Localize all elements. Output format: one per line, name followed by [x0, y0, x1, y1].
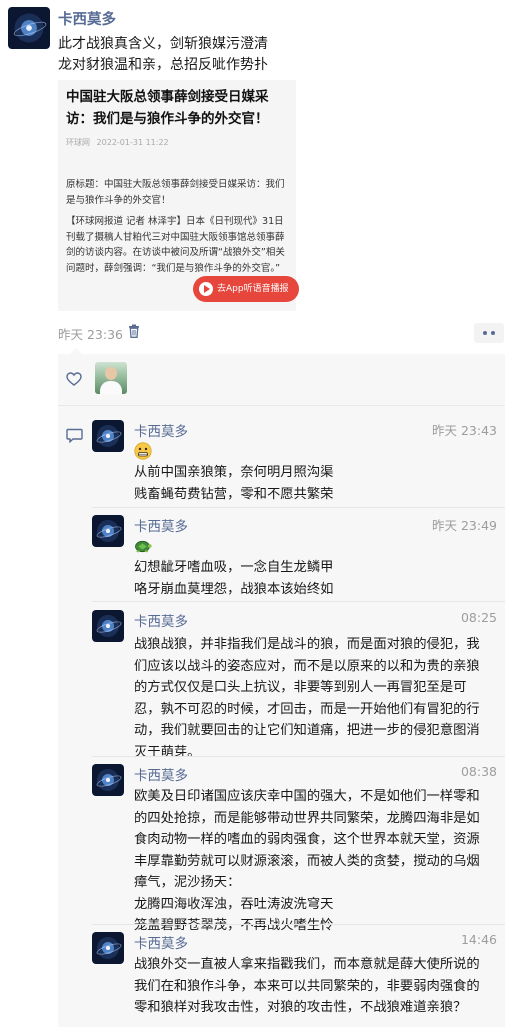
- comment-text: 战狼战狼，并非指我们是战斗的狼，而是面对狼的侵犯，我 们应该以战斗的姿态应对，而…: [134, 634, 500, 763]
- comment-time: 08:38: [460, 764, 497, 779]
- comment-line: 瘴气，泥沙扬天：: [134, 875, 241, 890]
- comment-time: 08:25: [460, 610, 497, 625]
- comment-line: 战狼外交一直被人拿来指戳我们，而本意就是薛大使所说的: [134, 957, 480, 972]
- comment-line: 丰厚靠勤劳就可以财源滚滚，而被人类的贪婪，搅动的乌烟: [134, 853, 480, 869]
- listen-in-app-button[interactable]: 去App听语音播报: [193, 276, 299, 302]
- comment-text: 战狼外交一直被人拿来指戳我们，而本意就是薛大使所说的 我们在和狼作斗争，本来可以…: [134, 954, 500, 1019]
- comment-author[interactable]: 卡西莫多: [134, 932, 188, 952]
- comment-divider: [92, 507, 505, 508]
- grimace-emoji: [134, 442, 152, 460]
- listen-in-app-label: 去App听语音播报: [217, 284, 289, 294]
- comment-line: 的四处抢掠，而是能够带动世界共同繁荣，龙腾四海非是如: [134, 810, 480, 826]
- play-icon: [199, 282, 213, 296]
- card-source: 环球网: [66, 138, 90, 147]
- card-paragraph: 原标题：中国驻大阪总领事薛剑接受日媒采访：我们是与狼作斗争的外交官！: [66, 179, 285, 206]
- comment-line: 咯牙崩血莫埋怨，战狼本该始终如: [134, 581, 334, 597]
- comment-time: 14:46: [460, 932, 497, 947]
- comment-line: 贱畜蝇苟费钻营，零和不愿共繁荣: [134, 486, 334, 502]
- post-text-line: 龙对豺狼温和亲，总招反呲作势扑: [58, 57, 268, 73]
- card-meta: 环球网 2022-01-31 11:22: [66, 137, 173, 148]
- comment-divider: [92, 924, 505, 925]
- comment-line: 战狼战狼，并非指我们是战斗的狼，而是面对狼的侵犯，我: [134, 637, 480, 652]
- comment-author[interactable]: 卡西莫多: [134, 764, 188, 784]
- comment-line: 幻想龇牙嗜血吸，一念自生龙鳞甲: [134, 560, 334, 575]
- comment-item[interactable]: 卡西莫多 昨天 23:43 从前中国亲狼策，奈何明月照沟渠 贱畜蝇苟费钻营，零和…: [92, 420, 505, 506]
- comment-item[interactable]: 卡西莫多 昨天 23:49 幻想龇牙嗜血吸，一念自生龙鳞甲 咯牙崩血莫埋怨，战狼…: [92, 515, 505, 601]
- author-avatar[interactable]: [8, 7, 50, 49]
- comment-line: 食肉动物一样的嗜血的弱肉强食，这个世界本就天堂，资源: [134, 832, 480, 847]
- comment-item[interactable]: 卡西莫多 14:46 战狼外交一直被人拿来指戳我们，而本意就是薛大使所说的 我们…: [92, 932, 505, 1024]
- comment-line: 动，我们就要回击的让它们知道痛，把进一步的侵犯意图消: [134, 723, 480, 738]
- post-time: 昨天 23:36: [58, 327, 123, 342]
- comment-line: 忍，孰不可忍的时候，才回击，而是一开始他们有冒犯的行: [134, 701, 480, 717]
- comment-author[interactable]: 卡西莫多: [134, 420, 188, 440]
- card-body: 原标题：中国驻大阪总领事薛剑接受日媒采访：我们是与狼作斗争的外交官！ 【环球网报…: [66, 177, 290, 282]
- card-paragraph: 【环球网报道 记者 林泽宇】日本《日刊现代》31日刊载了摄稿人甘粕代三对中国驻大…: [66, 216, 285, 274]
- trash-icon[interactable]: [128, 324, 140, 338]
- post-text-line: 此才战狼真含义，剑斩狼媒污澄清: [58, 36, 268, 52]
- comment-line: 龙腾四海收浑浊，吞吐涛波洗穹天: [134, 896, 334, 912]
- comment-text: 从前中国亲狼策，奈何明月照沟渠 贱畜蝇苟费钻营，零和不愿共繁荣: [134, 462, 500, 505]
- comment-panel: 卡西莫多 昨天 23:43 从前中国亲狼策，奈何明月照沟渠 贱畜蝇苟费钻营，零和…: [58, 348, 505, 1027]
- comment-time: 昨天 23:49: [432, 518, 497, 533]
- comment-item[interactable]: 卡西莫多 08:25 战狼战狼，并非指我们是战斗的狼，而是面对狼的侵犯，我 们应…: [92, 610, 505, 760]
- comment-author[interactable]: 卡西莫多: [134, 515, 188, 535]
- post-text: 此才战狼真含义，剑斩狼媒污澄清 龙对豺狼温和亲，总招反呲作势扑: [58, 34, 488, 76]
- heart-outline-icon: [66, 372, 82, 386]
- comment-avatar[interactable]: [92, 932, 124, 964]
- comment-avatar[interactable]: [92, 610, 124, 642]
- comment-avatar[interactable]: [92, 764, 124, 796]
- card-title: 中国驻大阪总领事薛剑接受日媒采访：我们是与狼作斗争的外交官！: [66, 89, 269, 127]
- comment-divider: [92, 601, 505, 602]
- liker-avatar[interactable]: [95, 362, 127, 394]
- comment-text: 欧美及日印诸国应该庆幸中国的强大，不是如他们一样零和 的四处抢掠，而是能够带动世…: [134, 786, 500, 937]
- comment-line: 我们在和狼作斗争，本来可以共同繁荣的，非要弱肉强食的: [134, 978, 480, 994]
- card-date: 2022-01-31 11:22: [96, 138, 169, 147]
- more-dots-icon[interactable]: [474, 323, 504, 343]
- comment-avatar[interactable]: [92, 515, 124, 547]
- comment-author[interactable]: 卡西莫多: [134, 610, 188, 630]
- comment-line: 零和狼样对我攻击性，对狼的攻击性，不战狼难道亲狼？: [134, 1000, 467, 1015]
- comment-line: 从前中国亲狼策，奈何明月照沟渠: [134, 465, 334, 480]
- comment-text: 幻想龇牙嗜血吸，一念自生龙鳞甲 咯牙崩血莫埋怨，战狼本该始终如: [134, 557, 500, 600]
- comment-line: 欧美及日印诸国应该庆幸中国的强大，不是如他们一样零和: [134, 789, 480, 804]
- post-author-name[interactable]: 卡西莫多: [58, 8, 116, 29]
- comment-divider: [92, 756, 505, 757]
- comment-bubble-icon: [66, 428, 83, 443]
- comment-line: 们应该以战斗的姿态应对，而不是以原来的以和为贵的亲狼: [134, 658, 480, 674]
- comment-line: 的方式仅仅是口头上抗议，非要等到别人一再冒犯至是可: [134, 680, 467, 695]
- comment-avatar[interactable]: [92, 420, 124, 452]
- comment-item[interactable]: 卡西莫多 08:38 欧美及日印诸国应该庆幸中国的强大，不是如他们一样零和 的四…: [92, 764, 505, 934]
- comment-line: 灭于萌芽。: [134, 744, 201, 760]
- likes-row: [58, 354, 505, 406]
- turtle-emoji: [135, 540, 152, 553]
- comment-time: 昨天 23:43: [432, 423, 497, 438]
